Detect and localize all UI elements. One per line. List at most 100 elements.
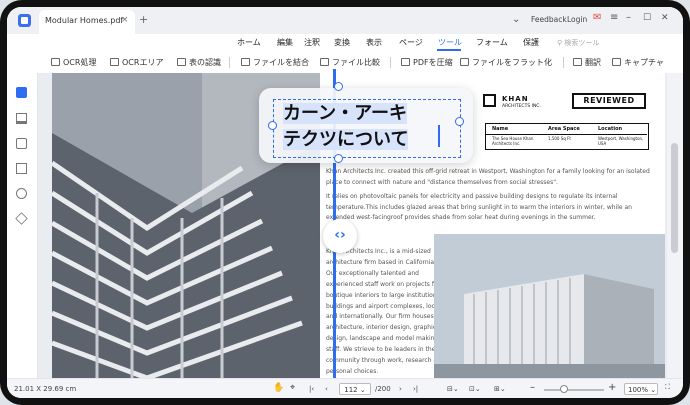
compress-icon xyxy=(401,58,410,66)
menu-convert[interactable]: 変換 xyxy=(334,37,350,48)
new-tab-button[interactable]: + xyxy=(139,13,148,26)
page-layout-icon[interactable]: ⊞⌄ xyxy=(494,385,506,393)
menu-bar: ホーム 編集 注釈 変換 表示 ページ ツール フォーム 保護 ⚲ 検索ツール xyxy=(7,34,683,52)
last-page-icon[interactable]: ›| xyxy=(413,385,418,393)
menu-form[interactable]: フォーム xyxy=(476,37,508,48)
page-total: /200 xyxy=(375,385,391,393)
first-page-icon[interactable]: |‹ xyxy=(309,385,314,393)
menu-page[interactable]: ページ xyxy=(399,37,423,48)
combine-files-label: ファイルを結合 xyxy=(253,58,309,67)
ocr-area-icon xyxy=(110,58,119,66)
ocr-area-button[interactable]: OCRエリア xyxy=(110,57,163,68)
fullscreen-icon[interactable]: ⛶ xyxy=(665,383,670,392)
toolbar-divider xyxy=(563,57,564,68)
page-dimensions: 21.01 X 29.69 cm xyxy=(14,385,77,393)
toolbar-divider xyxy=(390,57,391,68)
resize-handle-bottom[interactable] xyxy=(334,154,343,163)
paragraph-energy: It relies on photovoltaic panels for ele… xyxy=(326,193,632,221)
compress-pdf-button[interactable]: PDFを圧縮 xyxy=(401,57,453,68)
ocr-line-2-text: テクツについて xyxy=(283,129,409,150)
active-menu-indicator xyxy=(437,49,461,51)
office-building-illustration xyxy=(434,234,665,378)
table-header: Location xyxy=(598,126,623,132)
zoom-slider-knob[interactable] xyxy=(560,385,568,393)
tab-close-icon[interactable]: × xyxy=(121,15,129,25)
ocr-text-line-1[interactable]: カーン・アーキ xyxy=(283,99,408,125)
document-tab[interactable]: Modular Homes.pdf × xyxy=(39,10,135,34)
resize-handle-left[interactable] xyxy=(268,121,277,130)
capture-icon xyxy=(612,58,621,66)
compare-files-label: ファイル比較 xyxy=(332,58,380,67)
fit-width-icon[interactable]: ⊟⌄ xyxy=(447,385,459,393)
ocr-result-card: カーン・アーキ テクツについて xyxy=(259,88,473,163)
zoom-slider-track[interactable] xyxy=(544,389,604,391)
zoom-level-select[interactable]: 100% ⌄ xyxy=(624,383,658,395)
table-recognition-button[interactable]: 表の認識 xyxy=(177,57,221,68)
toolbar-divider xyxy=(229,57,230,68)
text-cursor xyxy=(438,125,440,147)
zoom-in-icon[interactable]: + xyxy=(608,382,616,393)
ocr-icon xyxy=(51,58,60,66)
hand-tool-icon[interactable]: ✋ xyxy=(273,383,284,393)
comment-icon[interactable] xyxy=(16,138,27,149)
layers-icon[interactable] xyxy=(15,212,28,225)
zoom-value: 100% xyxy=(628,386,649,394)
search-icon[interactable] xyxy=(16,188,27,199)
bookmark-icon[interactable] xyxy=(16,113,27,124)
search-placeholder: 検索ツール xyxy=(564,39,600,47)
combine-files-button[interactable]: ファイルを結合 xyxy=(241,57,309,68)
tools-toolbar: OCR処理 OCRエリア 表の認識 ファイルを結合 ファイル比較 PDFを圧縮 … xyxy=(7,52,683,74)
next-page-icon[interactable]: › xyxy=(399,385,402,393)
menu-protect[interactable]: 保護 xyxy=(523,37,539,48)
khan-logo-icon xyxy=(483,94,496,107)
reviewed-stamp: REVIEWED xyxy=(572,93,646,109)
app-window: Modular Homes.pdf × + ⌄ Feedback Login ✉… xyxy=(7,7,683,398)
more-menu-icon[interactable]: ≡ xyxy=(610,12,618,23)
translate-label: 翻訳 xyxy=(585,58,601,67)
compress-pdf-label: PDFを圧縮 xyxy=(413,58,453,67)
left-sidebar xyxy=(7,73,38,378)
resize-handle-right[interactable] xyxy=(455,117,464,126)
flatten-file-button[interactable]: ファイルをフラット化 xyxy=(460,57,552,68)
chevron-down-icon[interactable]: ⌄ xyxy=(512,14,520,25)
search-tools-input[interactable]: ⚲ 検索ツール xyxy=(557,38,599,48)
menu-home[interactable]: ホーム xyxy=(237,37,261,48)
translate-icon xyxy=(573,58,582,66)
scrollbar-thumb[interactable] xyxy=(671,143,678,253)
previous-page-icon[interactable]: ‹ xyxy=(325,385,328,393)
maximize-button[interactable]: ☐ xyxy=(643,13,651,23)
table-cell: 1,500 Sq Ft xyxy=(548,136,571,141)
menu-view[interactable]: 表示 xyxy=(366,37,382,48)
ocr-text-line-2[interactable]: テクツについて xyxy=(283,125,409,151)
capture-button[interactable]: キャプチャ xyxy=(612,57,664,68)
capture-label: キャプチャ xyxy=(624,58,664,67)
attachment-icon[interactable] xyxy=(16,163,27,174)
select-tool-icon[interactable]: ⌖ xyxy=(290,383,295,393)
menu-annotate[interactable]: 注釈 xyxy=(304,37,320,48)
ocr-area-label: OCRエリア xyxy=(122,58,164,67)
flatten-icon xyxy=(460,58,469,66)
paragraph-intro: Khan Architects Inc. created this off-gr… xyxy=(326,168,650,186)
feedback-link[interactable]: Feedback xyxy=(531,15,567,24)
minimize-button[interactable]: – xyxy=(626,12,631,23)
table-cell: The Sea House Khan Architects Inc. xyxy=(492,136,534,146)
menu-edit[interactable]: 編集 xyxy=(277,37,293,48)
vertical-scrollbar[interactable] xyxy=(667,73,683,378)
resize-handle-top[interactable] xyxy=(334,82,343,91)
ocr-button[interactable]: OCR処理 xyxy=(51,57,96,68)
table-header: Name xyxy=(492,126,509,132)
login-link[interactable]: Login xyxy=(567,15,587,24)
company-name: KHAN xyxy=(502,95,529,103)
translate-button[interactable]: 翻訳 xyxy=(573,57,601,68)
combine-icon xyxy=(241,58,250,66)
message-icon[interactable]: ✉ xyxy=(593,12,601,23)
zoom-out-icon[interactable]: – xyxy=(530,382,535,393)
close-button[interactable]: ✕ xyxy=(661,13,669,23)
compare-slider-handle[interactable]: ‹› xyxy=(323,219,357,253)
compare-files-button[interactable]: ファイル比較 xyxy=(320,57,380,68)
fit-page-icon[interactable]: ⊡⌄ xyxy=(469,385,481,393)
menu-tools[interactable]: ツール xyxy=(438,37,462,48)
page-number-input[interactable]: 112 ⌄ xyxy=(339,383,371,395)
page-number-value: 112 xyxy=(344,386,358,394)
thumbnails-icon[interactable] xyxy=(16,87,27,98)
